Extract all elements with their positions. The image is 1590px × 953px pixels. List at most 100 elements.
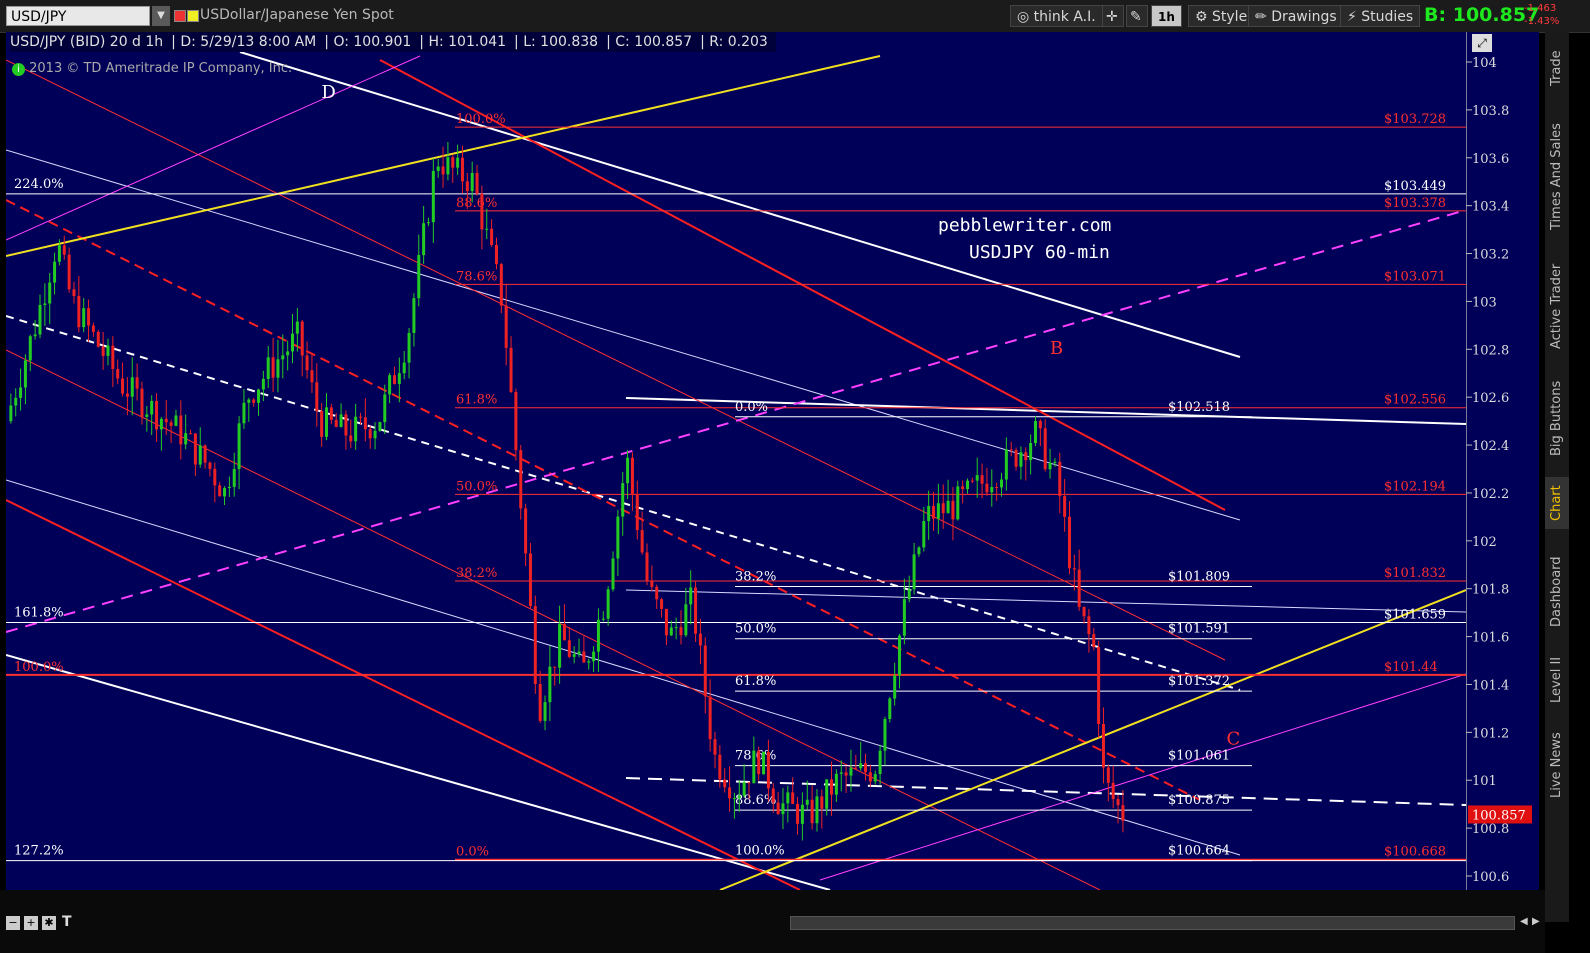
candle-body bbox=[592, 651, 596, 662]
tab-dashboard[interactable]: Dashboard bbox=[1545, 547, 1569, 637]
candle-body bbox=[941, 503, 945, 514]
fib-red-pct-label: 100.0% bbox=[456, 112, 506, 127]
candle-body bbox=[417, 255, 421, 299]
candle-body bbox=[509, 347, 513, 392]
candle-body bbox=[917, 547, 921, 555]
candle-body bbox=[87, 308, 91, 326]
candle-body bbox=[757, 750, 761, 775]
candle-body bbox=[223, 488, 227, 497]
candle-body bbox=[995, 487, 999, 489]
fib-white-price-label: $101.061 bbox=[1168, 749, 1230, 764]
drawing-text-icon[interactable]: T bbox=[62, 914, 78, 930]
candle-body bbox=[140, 388, 144, 417]
candle-body bbox=[621, 483, 625, 517]
candle-body bbox=[927, 506, 931, 522]
candle-body bbox=[28, 336, 32, 361]
candle-body bbox=[247, 399, 251, 403]
candle-body bbox=[358, 416, 362, 418]
candle-body bbox=[125, 393, 129, 397]
candle-body bbox=[975, 475, 979, 481]
fib-red-pct-label: 78.6% bbox=[456, 269, 497, 284]
wave-label: D bbox=[321, 82, 335, 103]
zoom-out-icon[interactable]: − bbox=[6, 916, 20, 930]
candle-body bbox=[1111, 782, 1115, 800]
candle-body bbox=[1092, 634, 1096, 648]
tab-times-and-sales[interactable]: Times And Sales bbox=[1545, 112, 1569, 242]
scroll-left-icon[interactable]: ◀ bbox=[1520, 916, 1530, 930]
y-tick-label: 100.8 bbox=[1472, 822, 1509, 837]
candle-body bbox=[713, 739, 717, 755]
info-icon[interactable]: i bbox=[12, 63, 25, 76]
y-tick-label: 102 bbox=[1472, 535, 1497, 550]
candle-body bbox=[48, 282, 52, 304]
y-tick-label: 103.6 bbox=[1472, 152, 1509, 167]
candle-body bbox=[315, 382, 319, 412]
fib-red-price-label: $103.728 bbox=[1384, 112, 1446, 127]
price-chart[interactable]: $103.728 $103.378 $103.071 $102.556 $102.194… bbox=[0, 0, 1545, 890]
candle-body bbox=[922, 521, 926, 548]
candle-body bbox=[669, 627, 673, 636]
candle-body bbox=[703, 645, 707, 697]
expand-icon[interactable]: ⤢ bbox=[1472, 34, 1492, 52]
reset-zoom-icon[interactable]: ✱ bbox=[42, 916, 56, 930]
candle-body bbox=[796, 803, 800, 824]
watermark-title: USDJPY 60-min bbox=[969, 242, 1110, 263]
ext-white-pct-label: 127.2% bbox=[14, 844, 64, 859]
tab-chart[interactable]: Chart bbox=[1545, 477, 1569, 529]
candle-body bbox=[57, 245, 61, 262]
candle-body bbox=[43, 303, 47, 305]
zoom-in-icon[interactable]: + bbox=[24, 916, 38, 930]
candle-body bbox=[242, 402, 246, 424]
candle-body bbox=[368, 429, 372, 439]
tab-live-news[interactable]: Live News bbox=[1545, 724, 1569, 806]
tab-trade[interactable]: Trade bbox=[1545, 40, 1569, 96]
candle-body bbox=[1029, 442, 1033, 461]
candle-body bbox=[611, 558, 615, 590]
candle-body bbox=[747, 782, 751, 784]
candle-body bbox=[392, 375, 396, 384]
tab-big-buttons[interactable]: Big Buttons bbox=[1545, 372, 1569, 464]
candle-body bbox=[116, 369, 120, 379]
fib-red-price-label: $103.378 bbox=[1384, 196, 1446, 211]
candle-body bbox=[334, 419, 338, 427]
candle-body bbox=[694, 587, 698, 634]
candle-body bbox=[305, 355, 309, 371]
candle-body bbox=[1033, 420, 1037, 443]
candle-body bbox=[514, 391, 518, 451]
y-tick-label: 101 bbox=[1472, 774, 1497, 789]
candle-body bbox=[213, 468, 217, 486]
trend-mid-flat bbox=[625, 589, 1466, 613]
y-tick-label: 101.6 bbox=[1472, 631, 1509, 646]
candle-body bbox=[859, 763, 863, 769]
candle-body bbox=[742, 782, 746, 796]
bottom-controls: − + ✱ T ◀ ▶ bbox=[0, 890, 1545, 953]
candle-body bbox=[121, 378, 125, 394]
fib-white-price-label: $101.372 bbox=[1168, 674, 1230, 689]
candle-body bbox=[266, 357, 270, 379]
horizontal-scrollbar[interactable] bbox=[790, 916, 1515, 930]
wave-label: B bbox=[1050, 338, 1063, 359]
tab-active-trader[interactable]: Active Trader bbox=[1545, 254, 1569, 358]
candle-body bbox=[606, 589, 610, 619]
candle-body bbox=[524, 508, 528, 554]
candle-body bbox=[19, 387, 23, 398]
instrument-label: USD/JPY (BID) 20 d 1h bbox=[10, 34, 164, 50]
candle-body bbox=[67, 254, 71, 290]
copyright-notice: i 2013 © TD Ameritrade IP Company, Inc. bbox=[12, 61, 292, 76]
scroll-right-icon[interactable]: ▶ bbox=[1532, 916, 1542, 930]
candle-body bbox=[1048, 462, 1052, 470]
tab-level-ii[interactable]: Level II bbox=[1545, 650, 1569, 710]
candle-body bbox=[397, 373, 401, 384]
candle-body bbox=[339, 414, 343, 427]
candle-body bbox=[854, 767, 858, 769]
candle-body bbox=[912, 554, 916, 590]
candle-body bbox=[130, 377, 134, 397]
candle-body bbox=[441, 166, 445, 175]
candle-body bbox=[800, 804, 804, 824]
candle-body bbox=[227, 486, 231, 489]
candle-body bbox=[601, 618, 605, 620]
candle-body bbox=[951, 500, 955, 520]
candle-body bbox=[830, 779, 834, 795]
candle-body bbox=[1106, 767, 1110, 783]
candle-body bbox=[1087, 616, 1091, 635]
